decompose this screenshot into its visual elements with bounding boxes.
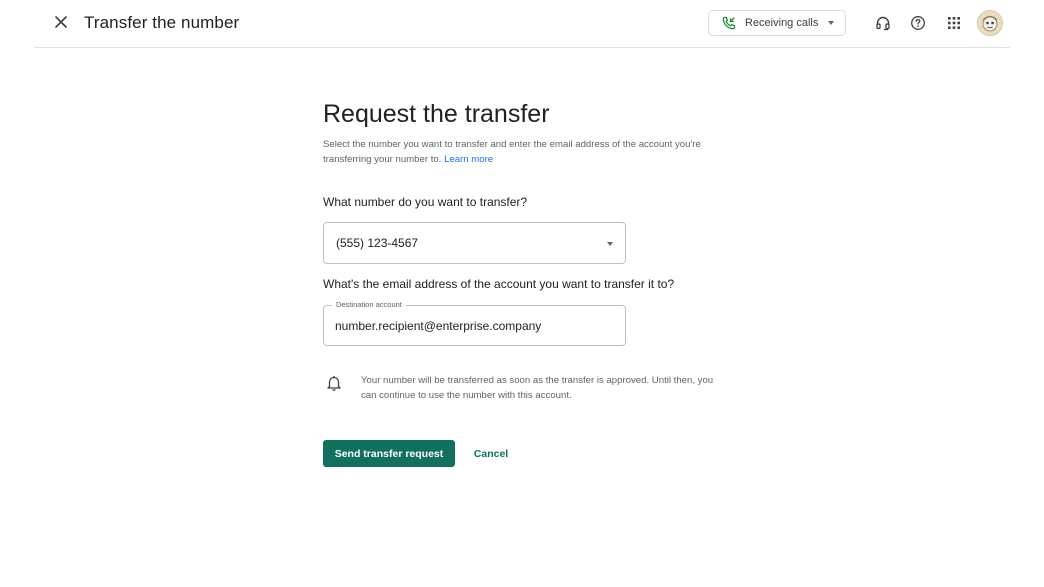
- number-question-label: What number do you want to transfer?: [323, 195, 528, 209]
- destination-account-field: Destination account: [323, 300, 626, 346]
- transfer-notice: Your number will be transferred as soon …: [361, 375, 714, 401]
- email-question-label: What's the email address of the account …: [323, 277, 675, 291]
- send-transfer-request-button[interactable]: Send transfer request: [323, 440, 455, 467]
- number-select[interactable]: (555) 123-4567: [323, 222, 626, 264]
- destination-account-input[interactable]: [335, 317, 615, 335]
- transfer-number-page: Transfer the number Receiving calls Requ…: [0, 0, 1044, 587]
- phone-incoming-icon: [721, 15, 737, 31]
- section-heading: Request the transfer: [323, 100, 550, 128]
- headset-icon[interactable]: [872, 12, 894, 34]
- cancel-button[interactable]: Cancel: [466, 440, 516, 467]
- top-app-bar: Transfer the number Receiving calls: [34, 0, 1010, 48]
- chevron-down-icon: [607, 242, 613, 246]
- close-icon[interactable]: [50, 11, 72, 33]
- avatar[interactable]: [977, 10, 1003, 36]
- bell-icon: [325, 374, 343, 392]
- description-text: Select the number you want to transfer a…: [323, 139, 701, 165]
- section-description: Select the number you want to transfer a…: [323, 137, 723, 167]
- destination-account-label: Destination account: [332, 300, 406, 310]
- help-icon[interactable]: [907, 12, 929, 34]
- call-status-label: Receiving calls: [745, 17, 819, 29]
- apps-grid-icon[interactable]: [943, 12, 965, 34]
- page-title: Transfer the number: [84, 13, 240, 32]
- number-select-value: (555) 123-4567: [336, 236, 419, 250]
- learn-more-link[interactable]: Learn more: [444, 154, 493, 165]
- chevron-down-icon: [828, 21, 835, 25]
- call-status-dropdown[interactable]: Receiving calls: [708, 10, 846, 36]
